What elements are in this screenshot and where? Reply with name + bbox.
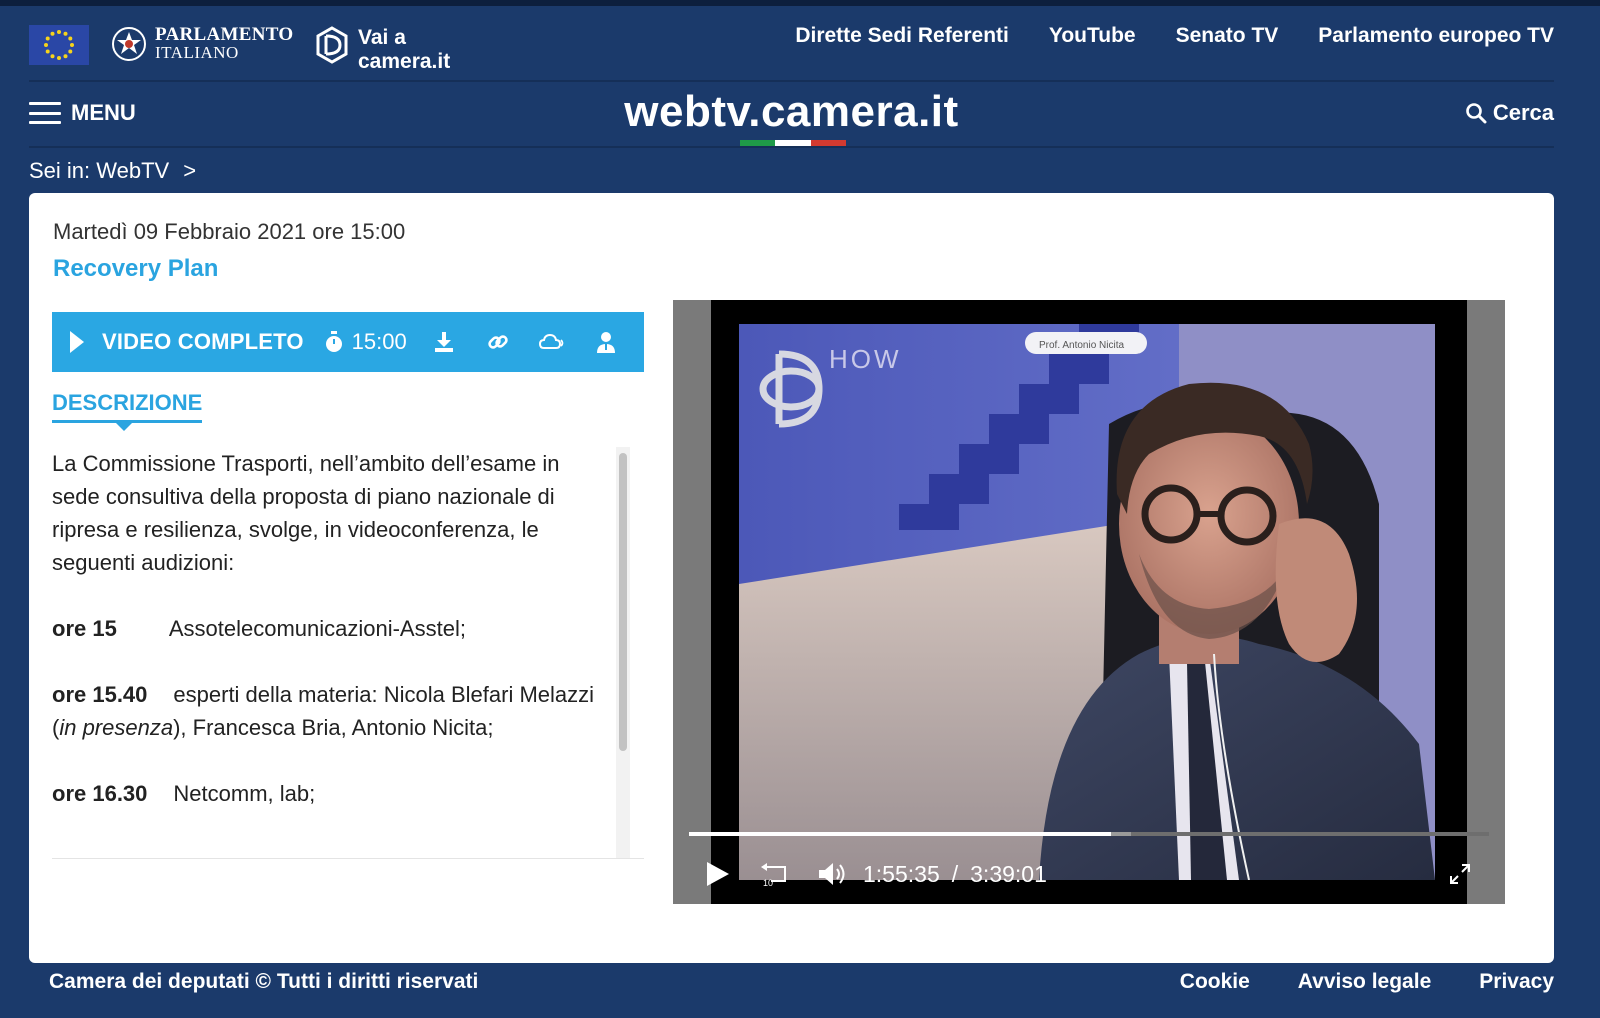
parliament-line1: PARLAMENTO	[155, 24, 294, 45]
camera-deputati-logo-icon	[316, 26, 348, 64]
breadcrumb: Sei in: WebTV >	[29, 158, 196, 184]
agenda-item: ore 15.40 esperti della materia: Nicola B…	[52, 678, 612, 744]
footer-link-avviso-legale[interactable]: Avviso legale	[1298, 970, 1431, 994]
agenda-item-italic: in presenza	[59, 715, 174, 740]
tricolor-green	[740, 140, 776, 146]
video-player[interactable]: HOW Prof. Antonio Nicita 10 1:55:35 / 3:…	[673, 300, 1505, 904]
event-date: Martedì 09 Febbraio 2021 ore 15:00	[53, 219, 406, 244]
video-start-time-value: 15:00	[351, 329, 407, 354]
current-time: 1:55:35	[863, 861, 940, 887]
replay-10-icon: 10	[761, 863, 786, 887]
description-panel: La Commissione Trasporti, nell’ambito de…	[52, 447, 644, 859]
speaker-person-icon[interactable]	[593, 329, 619, 355]
camera-line1: Vai a	[358, 26, 406, 49]
nav-bar: MENU webtv.camera.it Cerca	[29, 86, 1554, 148]
footer-link-cookie[interactable]: Cookie	[1180, 970, 1250, 994]
italian-tricolor-bar	[740, 140, 846, 146]
search-label: Cerca	[1492, 100, 1554, 125]
camera-link[interactable]: Vai a camera.it	[314, 26, 450, 74]
fullscreen-button[interactable]	[1449, 860, 1471, 888]
agenda-item: ore 16.30 Netcomm, lab;	[52, 777, 612, 810]
play-full-video-icon[interactable]	[70, 328, 98, 356]
agenda-item-time: ore 15.40	[52, 682, 148, 707]
breadcrumb-webtv[interactable]: Sei in: WebTV	[29, 158, 169, 184]
fullscreen-icon	[1450, 864, 1470, 884]
description-text: La Commissione Trasporti, nell’ambito de…	[52, 447, 612, 843]
download-icon[interactable]	[431, 329, 457, 355]
speaker-tag: Prof. Antonio Nicita	[1039, 340, 1124, 351]
breadcrumb-separator: >	[183, 158, 197, 183]
tricolor-white	[775, 140, 811, 146]
site-title[interactable]: webtv.camera.it	[29, 86, 1554, 138]
parliament-line2: ITALIANO	[155, 43, 239, 62]
agenda-item-time: ore 15	[52, 616, 117, 641]
video-completo-button[interactable]: VIDEO COMPLETO	[102, 329, 304, 355]
description-scroll-thumb[interactable]	[619, 453, 627, 751]
video-frame[interactable]: HOW Prof. Antonio Nicita	[739, 324, 1435, 880]
video-progress-bar[interactable]	[689, 832, 1489, 836]
copyright: Camera dei deputati © Tutti i diritti ri…	[49, 970, 479, 993]
description-intro: La Commissione Trasporti, nell’ambito de…	[52, 451, 560, 575]
skip-back-button[interactable]: 10	[761, 860, 789, 888]
play-button[interactable]	[707, 860, 729, 888]
parlamento-italiano-logo[interactable]: PARLAMENTO ITALIANO	[111, 24, 294, 62]
search-button[interactable]: Cerca	[1465, 100, 1554, 126]
top-edge-strip	[0, 0, 1600, 6]
footer-links: Cookie Avviso legale Privacy	[1180, 970, 1554, 994]
tab-active-caret	[115, 422, 133, 431]
agenda-item-text-tail: ), Francesca Bria, Antonio Nicita;	[173, 715, 494, 740]
top-bar: PARLAMENTO ITALIANO Vai a camera.it Dire…	[29, 20, 1554, 82]
tricolor-red	[810, 140, 846, 146]
player-pillar-right	[1467, 300, 1505, 904]
link-senato-tv[interactable]: Senato TV	[1176, 24, 1279, 48]
video-progress-fill	[689, 832, 1111, 836]
footer: Camera dei deputati © Tutti i diritti ri…	[49, 962, 1554, 1002]
search-icon	[1466, 103, 1487, 124]
agenda-item-time: ore 16.30	[52, 781, 148, 806]
play-icon	[707, 862, 729, 886]
link-dirette-sedi-referenti[interactable]: Dirette Sedi Referenti	[795, 24, 1009, 48]
content-card: Martedì 09 Febbraio 2021 ore 15:00 Recov…	[29, 193, 1554, 963]
time-display: 1:55:35 / 3:39:01	[863, 860, 1047, 888]
top-links: Dirette Sedi Referenti YouTube Senato TV…	[795, 24, 1554, 48]
stopwatch-icon	[325, 331, 342, 352]
agenda-item: ore 15 Assotelecomunicazioni-Asstel;	[52, 612, 612, 645]
time-separator: /	[951, 861, 959, 887]
volume-icon	[819, 863, 845, 885]
italian-emblem-icon	[112, 27, 146, 61]
agenda-item-text: Assotelecomunicazioni-Asstel;	[168, 616, 466, 641]
camera-line2: camera.it	[358, 50, 451, 73]
link-icon[interactable]	[485, 329, 511, 355]
link-youtube[interactable]: YouTube	[1049, 24, 1136, 48]
tab-descrizione[interactable]: DESCRIZIONE	[52, 390, 203, 423]
video-background-text: HOW	[829, 344, 902, 374]
volume-button[interactable]	[819, 860, 847, 888]
footer-link-privacy[interactable]: Privacy	[1479, 970, 1554, 994]
skip-seconds: 10	[763, 878, 773, 887]
video-start-time: 15:00	[324, 329, 407, 355]
player-pillar-left	[673, 300, 711, 904]
cloud-stream-icon[interactable]	[538, 329, 565, 355]
agenda-item-text: Netcomm, lab;	[173, 781, 316, 806]
duration: 3:39:01	[970, 861, 1047, 887]
event-title: Recovery Plan	[53, 255, 219, 282]
eu-flag-icon[interactable]	[29, 25, 89, 65]
video-toolbar: VIDEO COMPLETO 15:00	[52, 312, 644, 372]
link-parlamento-europeo-tv[interactable]: Parlamento europeo TV	[1318, 24, 1554, 48]
